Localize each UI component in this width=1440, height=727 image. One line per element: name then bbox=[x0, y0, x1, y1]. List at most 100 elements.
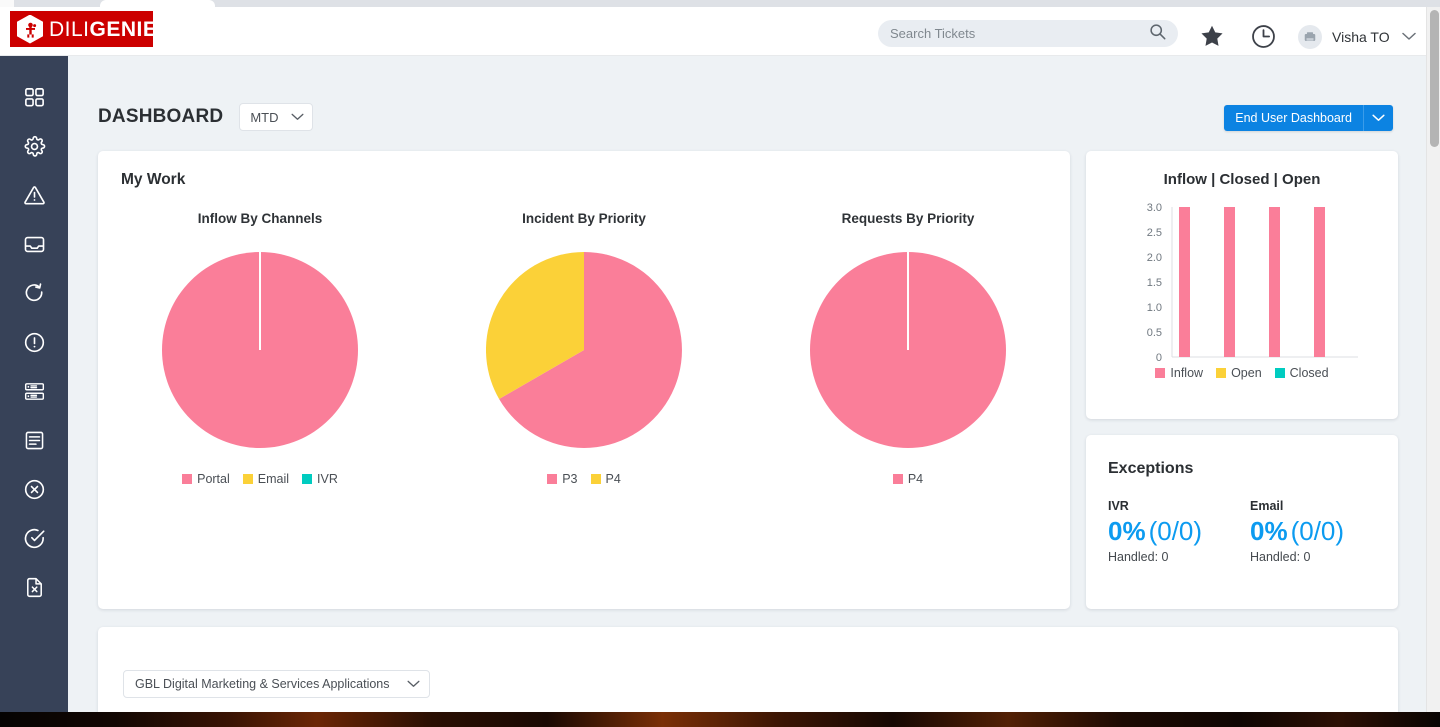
inbox-icon bbox=[23, 233, 46, 261]
sidebar-item-reports[interactable] bbox=[0, 418, 68, 467]
user-avatar-icon bbox=[1298, 25, 1322, 49]
legend-label: P4 bbox=[606, 472, 621, 486]
chart-title: Requests By Priority bbox=[842, 211, 975, 226]
sidebar-item-inbox[interactable] bbox=[0, 222, 68, 271]
legend-swatch-portal bbox=[182, 474, 192, 484]
sidebar-item-refresh[interactable] bbox=[0, 271, 68, 320]
sidebar-item-dashboard[interactable] bbox=[0, 75, 68, 124]
y-tick-label: 3.0 bbox=[1147, 203, 1162, 214]
pie-chart-inflow-by-channels: Inflow By Channels Portal Email bbox=[98, 211, 422, 486]
pie-chart-incident-by-priority: Incident By Priority P3 bbox=[422, 211, 746, 486]
grid-icon bbox=[23, 86, 46, 114]
scrollbar-thumb[interactable] bbox=[1430, 10, 1439, 147]
y-tick-label: 2.0 bbox=[1147, 252, 1162, 264]
bar bbox=[1314, 207, 1325, 357]
exclamation-circle-icon bbox=[23, 331, 46, 359]
legend-item[interactable]: IVR bbox=[302, 472, 338, 486]
exception-email: Email 0%(0/0) Handled: 0 bbox=[1250, 499, 1344, 564]
y-tick-label: 0.5 bbox=[1147, 327, 1162, 339]
legend-item[interactable]: Inflow bbox=[1155, 366, 1203, 380]
logo-text-light: DILI bbox=[49, 18, 90, 41]
page-scrollbar[interactable] bbox=[1426, 7, 1440, 712]
browser-chrome-strip bbox=[0, 0, 1440, 7]
application-filter-card: GBL Digital Marketing & Services Applica… bbox=[98, 627, 1398, 712]
legend-swatch-inflow bbox=[1155, 368, 1165, 378]
end-user-dashboard-button[interactable]: End User Dashboard bbox=[1224, 105, 1363, 131]
legend-item[interactable]: Closed bbox=[1275, 366, 1329, 380]
exception-fraction: (0/0) bbox=[1149, 516, 1202, 546]
exception-handled: Handled: 0 bbox=[1108, 550, 1202, 564]
user-name: Visha TO bbox=[1332, 29, 1390, 45]
pie-charts-row: Inflow By Channels Portal Email bbox=[98, 211, 1070, 486]
sidebar-item-completed[interactable] bbox=[0, 516, 68, 565]
pie-svg[interactable] bbox=[162, 252, 358, 448]
exception-ivr: IVR 0%(0/0) Handled: 0 bbox=[1108, 499, 1202, 564]
legend-swatch-p4 bbox=[893, 474, 903, 484]
chevron-down-icon[interactable] bbox=[1402, 28, 1416, 46]
gear-icon bbox=[23, 135, 46, 163]
legend-item[interactable]: P4 bbox=[893, 472, 923, 486]
bar-chart-svg[interactable]: 3.0 2.5 2.0 1.5 1.0 0.5 0 bbox=[1108, 203, 1376, 363]
period-select[interactable]: MTD bbox=[239, 103, 313, 131]
sidebar-nav bbox=[0, 56, 68, 712]
exceptions-title: Exceptions bbox=[1108, 460, 1193, 478]
legend-label: Closed bbox=[1290, 366, 1329, 380]
chevron-down-icon bbox=[407, 675, 420, 693]
search-icon[interactable] bbox=[1149, 23, 1166, 45]
period-select-value: MTD bbox=[250, 110, 278, 125]
document-lines-icon bbox=[23, 429, 46, 457]
app-header: DILIGENIE bbox=[0, 7, 1426, 56]
chart-title: Incident By Priority bbox=[522, 211, 646, 226]
y-tick-label: 2.5 bbox=[1147, 227, 1162, 239]
application-select[interactable]: GBL Digital Marketing & Services Applica… bbox=[123, 670, 430, 698]
exception-percent: 0% bbox=[1250, 516, 1288, 546]
y-tick-label: 0 bbox=[1156, 352, 1162, 363]
browser-viewport: DILIGENIE bbox=[0, 7, 1440, 712]
warning-triangle-icon bbox=[23, 184, 46, 212]
app-logo[interactable]: DILIGENIE bbox=[10, 11, 153, 47]
exception-value: 0%(0/0) bbox=[1250, 517, 1344, 546]
page-title: DASHBOARD bbox=[98, 106, 223, 128]
chevron-down-icon[interactable] bbox=[1363, 105, 1393, 131]
sidebar-item-alerts[interactable] bbox=[0, 173, 68, 222]
file-x-icon bbox=[23, 576, 46, 604]
sidebar-item-incidents[interactable] bbox=[0, 320, 68, 369]
legend-item[interactable]: P3 bbox=[547, 472, 577, 486]
legend-swatch-closed bbox=[1275, 368, 1285, 378]
legend-label: IVR bbox=[317, 472, 338, 486]
legend-swatch-open bbox=[1216, 368, 1226, 378]
star-icon[interactable] bbox=[1198, 23, 1228, 51]
pie-svg[interactable] bbox=[486, 252, 682, 448]
pie-chart-requests-by-priority: Requests By Priority P4 bbox=[746, 211, 1070, 486]
exception-percent: 0% bbox=[1108, 516, 1146, 546]
sidebar-item-settings[interactable] bbox=[0, 124, 68, 173]
y-tick-label: 1.0 bbox=[1147, 302, 1162, 314]
sidebar-item-servers[interactable] bbox=[0, 369, 68, 418]
end-user-dashboard-group: End User Dashboard bbox=[1224, 105, 1393, 131]
chart-legend: P4 bbox=[893, 472, 923, 486]
legend-item[interactable]: Open bbox=[1216, 366, 1262, 380]
logo-text-bold: GENIE bbox=[90, 18, 158, 41]
sidebar-item-cancelled[interactable] bbox=[0, 467, 68, 516]
search-input[interactable] bbox=[890, 26, 1143, 41]
chevron-down-icon bbox=[291, 108, 304, 126]
user-menu[interactable]: Visha TO bbox=[1298, 24, 1416, 50]
inflow-closed-open-card: Inflow | Closed | Open 3.0 2.5 2.0 1.5 1… bbox=[1086, 151, 1398, 419]
exception-handled: Handled: 0 bbox=[1250, 550, 1344, 564]
sidebar-item-export[interactable] bbox=[0, 565, 68, 614]
pie-svg[interactable] bbox=[810, 252, 1006, 448]
clock-icon[interactable] bbox=[1250, 23, 1278, 51]
bar bbox=[1224, 207, 1235, 357]
legend-item[interactable]: Portal bbox=[182, 472, 230, 486]
my-work-title: My Work bbox=[121, 171, 185, 189]
main-content: DASHBOARD MTD End User Dashboard My Work bbox=[68, 56, 1426, 712]
server-stack-icon bbox=[23, 380, 46, 408]
dashboard-header-row: DASHBOARD MTD bbox=[98, 103, 313, 131]
chart-title: Inflow | Closed | Open bbox=[1086, 171, 1398, 188]
browser-tab[interactable] bbox=[100, 0, 215, 7]
search-box[interactable] bbox=[878, 20, 1178, 47]
legend-item[interactable]: Email bbox=[243, 472, 289, 486]
legend-label: Email bbox=[258, 472, 289, 486]
legend-item[interactable]: P4 bbox=[591, 472, 621, 486]
application-select-value: GBL Digital Marketing & Services Applica… bbox=[135, 677, 390, 691]
